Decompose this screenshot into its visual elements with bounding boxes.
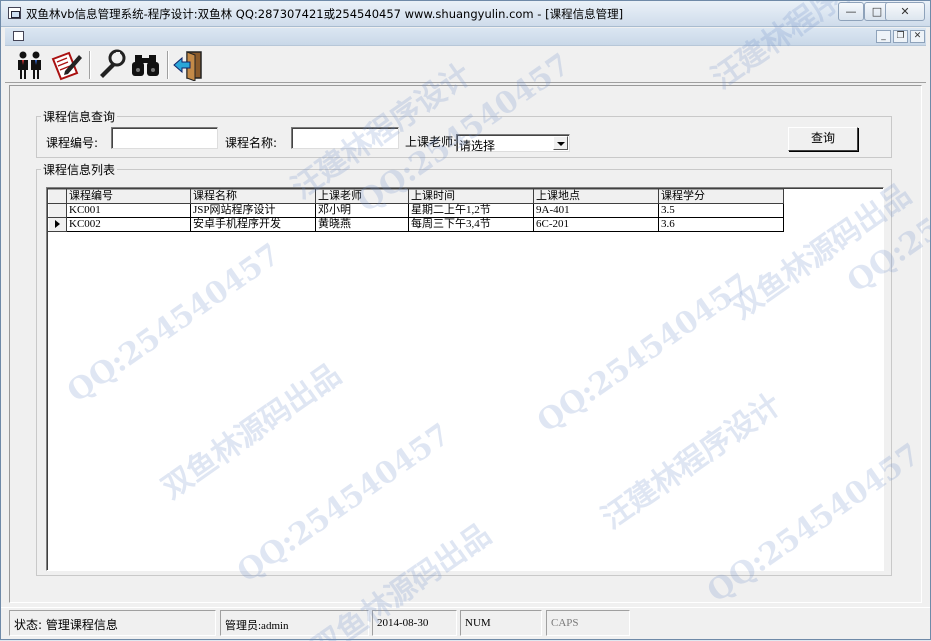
column-header[interactable]: 课程名称 [190,189,316,204]
table-cell[interactable]: 9A-401 [533,203,659,218]
table-cell[interactable]: 邓小明 [315,203,409,218]
course-no-label: 课程编号: [46,136,99,150]
table-row[interactable]: KC002 安卓手机程序开发 黄晓燕 每周三下午3,4节 6C-201 3.6 [48,217,784,232]
window-title: 双鱼林vb信息管理系统-程序设计:双鱼林 QQ:287307421或254540… [26,7,624,21]
status-user: 管理员:admin [220,610,369,636]
exit-button[interactable] [172,49,206,82]
edit-notes-button[interactable] [49,49,83,81]
mdi-child-bar: _ ❐ ✕ [5,28,926,46]
wrench-icon [100,49,126,78]
column-header[interactable]: 课程编号 [66,189,191,204]
child-close-button[interactable]: ✕ [910,30,925,43]
course-management-form: 课程信息查询 课程编号: 课程名称: 上课老师: 请选择 查询 课程信息列表 课… [9,85,922,603]
search-button[interactable]: 查询 [788,127,858,151]
status-caps: CAPS [546,610,630,636]
minimize-button[interactable]: — [838,2,864,21]
column-header[interactable]: 课程学分 [658,189,784,204]
status-state: 状态: 管理课程信息 [9,610,216,636]
users-icon [18,51,41,79]
main-window: 双鱼林vb信息管理系统-程序设计:双鱼林 QQ:287307421或254540… [0,0,931,641]
toolbar-separator [167,51,169,79]
child-restore-button[interactable]: ❐ [893,30,908,43]
teacher-select[interactable]: 请选择 [456,134,570,153]
row-selector[interactable] [48,217,67,232]
toolbar-separator [89,51,91,79]
table-cell[interactable]: 星期二上午1,2节 [408,203,534,218]
status-num: NUM [460,610,542,636]
users-button[interactable] [13,49,47,81]
app-icon[interactable] [8,7,21,19]
query-group-title: 课程信息查询 [43,110,116,124]
status-bar: 状态: 管理课程信息 管理员:admin 2014-08-30 NUM CAPS [1,607,930,639]
table-header-row: 课程编号 课程名称 上课老师 上课时间 上课地点 课程学分 [48,189,784,204]
table-cell[interactable]: 3.5 [658,203,784,218]
table-row[interactable]: KC001 JSP网站程序设计 邓小明 星期二上午1,2节 9A-401 3.5 [48,203,784,218]
table-cell[interactable]: KC001 [66,203,191,218]
toolbar [5,47,926,83]
table-cell[interactable]: 6C-201 [533,217,659,232]
table-cell[interactable]: JSP网站程序设计 [190,203,316,218]
row-selector[interactable] [48,203,67,218]
course-no-input[interactable] [111,127,218,149]
course-grid[interactable]: 课程编号 课程名称 上课老师 上课时间 上课地点 课程学分 KC001 JSP网… [46,187,884,571]
dropdown-arrow-icon[interactable] [553,136,568,150]
child-window-icon[interactable] [13,31,24,41]
child-minimize-button[interactable]: _ [876,30,891,43]
course-table: 课程编号 课程名称 上课老师 上课时间 上课地点 课程学分 KC001 JSP网… [48,189,784,232]
course-name-input[interactable] [291,127,399,149]
table-cell[interactable]: 3.6 [658,217,784,232]
table-cell[interactable]: KC002 [66,217,191,232]
binoculars-button[interactable] [129,49,163,81]
binoculars-icon [132,55,159,76]
close-button[interactable]: ✕ [885,2,925,21]
table-cell[interactable]: 每周三下午3,4节 [408,217,534,232]
teacher-label: 上课老师: [405,135,458,149]
teacher-select-value: 请选择 [459,139,496,153]
exit-door-icon [173,51,202,82]
row-selector-header [48,189,67,204]
table-cell[interactable]: 黄晓燕 [315,217,409,232]
table-cell[interactable]: 安卓手机程序开发 [190,217,316,232]
edit-notes-icon [51,51,82,81]
current-row-arrow-icon [55,220,60,229]
wrench-button[interactable] [95,49,129,81]
course-name-label: 课程名称: [225,136,278,150]
column-header[interactable]: 上课时间 [408,189,534,204]
title-bar[interactable]: 双鱼林vb信息管理系统-程序设计:双鱼林 QQ:287307421或254540… [1,1,930,27]
column-header[interactable]: 上课地点 [533,189,659,204]
status-date: 2014-08-30 [372,610,457,636]
column-header[interactable]: 上课老师 [315,189,409,204]
list-group-title: 课程信息列表 [43,163,116,177]
